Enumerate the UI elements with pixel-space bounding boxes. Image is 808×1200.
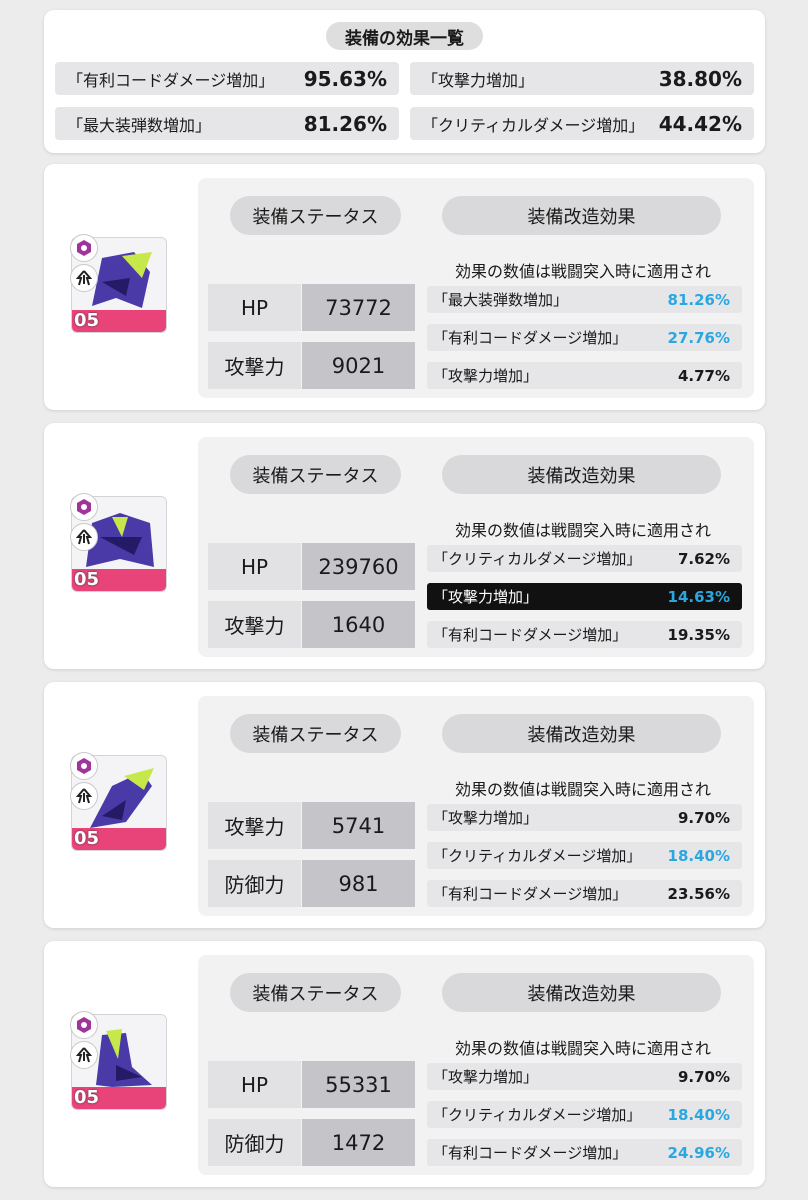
summary-item-value: 81.26% (303, 111, 387, 136)
effect-row[interactable]: 「有利コードダメージ増加」 27.76% (427, 324, 742, 351)
equipment-card: 05 装備ステータス 装備改造効果 HP 73772 攻撃力 9021 効果の数… (44, 164, 765, 410)
effect-note: 効果の数値は戦闘突入時に適用され (455, 780, 712, 799)
manufacturer-icon (70, 264, 98, 292)
summary-item: 「最大装弾数増加」 81.26% (55, 107, 399, 140)
manufacturer-icon (70, 1041, 98, 1069)
equipment-detail-panel: 装備ステータス 装備改造効果 HP 73772 攻撃力 9021 効果の数値は戦… (198, 178, 754, 398)
rarity-badge-icon (70, 752, 98, 780)
effect-row[interactable]: 「クリティカルダメージ増加」 18.40% (427, 1101, 742, 1128)
effect-value: 24.96% (667, 1143, 730, 1162)
effect-row-selected[interactable]: 「攻撃力増加」 14.63% (427, 583, 742, 610)
effect-value: 19.35% (667, 625, 730, 644)
status-tab[interactable]: 装備ステータス (230, 973, 401, 1012)
effect-name: 「有利コードダメージ増加」 (433, 329, 628, 347)
effect-value: 9.70% (677, 808, 730, 827)
effect-name: 「クリティカルダメージ増加」 (433, 1106, 635, 1124)
summary-item: 「攻撃力増加」 38.80% (410, 62, 754, 95)
stat-label: 攻撃力 (208, 802, 301, 849)
stat-value: 981 (302, 860, 415, 907)
effect-value: 23.56% (667, 884, 730, 903)
summary-title: 装備の効果一覧 (326, 22, 483, 50)
rarity-badge-icon (70, 1011, 98, 1039)
summary-item-value: 44.42% (658, 111, 742, 136)
equipment-level: 05 (74, 1087, 100, 1108)
effect-name: 「有利コードダメージ増加」 (433, 626, 628, 644)
summary-item-name: 「有利コードダメージ増加」 (67, 70, 275, 90)
rarity-badge-icon (70, 234, 98, 262)
effect-value: 9.70% (677, 1067, 730, 1086)
summary-item-name: 「クリティカルダメージ増加」 (422, 115, 644, 135)
summary-item: 「有利コードダメージ増加」 95.63% (55, 62, 399, 95)
effect-name: 「攻撃力増加」 (433, 1068, 539, 1086)
effect-row[interactable]: 「攻撃力増加」 9.70% (427, 804, 742, 831)
effect-value: 14.63% (667, 587, 730, 606)
effect-name: 「クリティカルダメージ増加」 (433, 550, 635, 568)
status-tab[interactable]: 装備ステータス (230, 714, 401, 753)
stat-label: 防御力 (208, 1119, 301, 1166)
status-tab[interactable]: 装備ステータス (230, 196, 401, 235)
effect-row[interactable]: 「攻撃力増加」 9.70% (427, 1063, 742, 1090)
effect-row[interactable]: 「有利コードダメージ増加」 24.96% (427, 1139, 742, 1166)
effect-row[interactable]: 「最大装弾数増加」 81.26% (427, 286, 742, 313)
modification-tab[interactable]: 装備改造効果 (442, 455, 721, 494)
effect-name: 「攻撃力増加」 (433, 809, 539, 827)
modification-tab[interactable]: 装備改造効果 (442, 973, 721, 1012)
effect-value: 4.77% (677, 366, 730, 385)
summary-item-value: 95.63% (303, 66, 387, 91)
equipment-detail-panel: 装備ステータス 装備改造効果 HP 239760 攻撃力 1640 効果の数値は… (198, 437, 754, 657)
summary-item-name: 「最大装弾数増加」 (67, 115, 212, 135)
equipment-effect-summary-card: 装備の効果一覧 「有利コードダメージ増加」 95.63% 「攻撃力増加」 38.… (44, 10, 765, 153)
effect-row[interactable]: 「攻撃力増加」 4.77% (427, 362, 742, 389)
status-tab[interactable]: 装備ステータス (230, 455, 401, 494)
stat-value: 1472 (302, 1119, 415, 1166)
effect-note: 効果の数値は戦闘突入時に適用され (455, 521, 712, 540)
effect-value: 18.40% (667, 1105, 730, 1124)
effect-row[interactable]: 「クリティカルダメージ増加」 18.40% (427, 842, 742, 869)
effect-note: 効果の数値は戦闘突入時に適用され (455, 1039, 712, 1058)
rarity-badge-icon (70, 493, 98, 521)
stat-label: 防御力 (208, 860, 301, 907)
modification-tab[interactable]: 装備改造効果 (442, 196, 721, 235)
stat-value: 55331 (302, 1061, 415, 1108)
effect-value: 81.26% (667, 290, 730, 309)
stat-label: HP (208, 1061, 301, 1108)
equipment-level: 05 (74, 828, 100, 849)
summary-item-value: 38.80% (658, 66, 742, 91)
effect-name: 「最大装弾数増加」 (433, 291, 569, 309)
stat-label: 攻撃力 (208, 342, 301, 389)
stat-value: 1640 (302, 601, 415, 648)
effect-name: 「有利コードダメージ増加」 (433, 1144, 628, 1162)
effect-name: 「攻撃力増加」 (433, 367, 539, 385)
effect-name: 「クリティカルダメージ増加」 (433, 847, 635, 865)
effect-name: 「有利コードダメージ増加」 (433, 885, 628, 903)
stat-value: 9021 (302, 342, 415, 389)
effect-value: 18.40% (667, 846, 730, 865)
stat-value: 73772 (302, 284, 415, 331)
modification-tab[interactable]: 装備改造効果 (442, 714, 721, 753)
equipment-level: 05 (74, 310, 100, 331)
summary-item-name: 「攻撃力増加」 (422, 70, 535, 90)
equipment-card: 05 装備ステータス 装備改造効果 攻撃力 5741 防御力 981 効果の数値… (44, 682, 765, 928)
stat-label: HP (208, 543, 301, 590)
stat-label: 攻撃力 (208, 601, 301, 648)
manufacturer-icon (70, 523, 98, 551)
effect-value: 7.62% (677, 549, 730, 568)
effect-row[interactable]: 「クリティカルダメージ増加」 7.62% (427, 545, 742, 572)
equipment-detail-panel: 装備ステータス 装備改造効果 攻撃力 5741 防御力 981 効果の数値は戦闘… (198, 696, 754, 916)
equipment-level: 05 (74, 569, 100, 590)
effect-note: 効果の数値は戦闘突入時に適用され (455, 262, 712, 281)
equipment-card: 05 装備ステータス 装備改造効果 HP 55331 防御力 1472 効果の数… (44, 941, 765, 1187)
effect-row[interactable]: 「有利コードダメージ増加」 19.35% (427, 621, 742, 648)
stat-label: HP (208, 284, 301, 331)
manufacturer-icon (70, 782, 98, 810)
equipment-detail-panel: 装備ステータス 装備改造効果 HP 55331 防御力 1472 効果の数値は戦… (198, 955, 754, 1175)
effect-row[interactable]: 「有利コードダメージ増加」 23.56% (427, 880, 742, 907)
effect-value: 27.76% (667, 328, 730, 347)
effect-name: 「攻撃力増加」 (433, 588, 539, 606)
stat-value: 5741 (302, 802, 415, 849)
equipment-card: 05 装備ステータス 装備改造効果 HP 239760 攻撃力 1640 効果の… (44, 423, 765, 669)
summary-item: 「クリティカルダメージ増加」 44.42% (410, 107, 754, 140)
stat-value: 239760 (302, 543, 415, 590)
